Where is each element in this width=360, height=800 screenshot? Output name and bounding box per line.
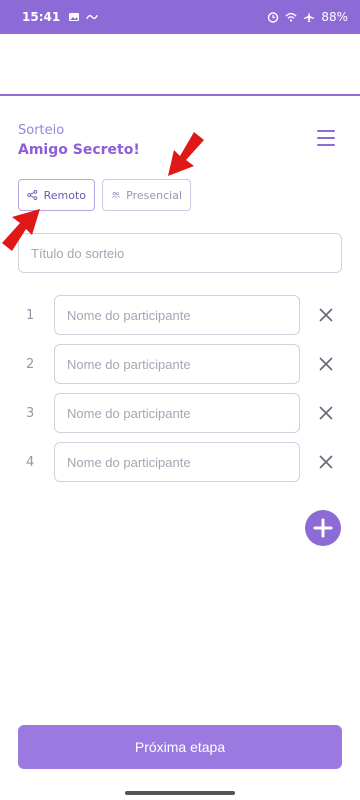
gallery-icon <box>69 13 80 21</box>
close-icon[interactable] <box>316 354 336 374</box>
draw-title-input[interactable] <box>18 233 342 273</box>
annotation-arrow-icon <box>2 209 40 251</box>
close-icon[interactable] <box>316 452 336 472</box>
hamburger-icon[interactable] <box>317 130 335 146</box>
participant-number: 4 <box>26 455 35 470</box>
page-subtitle: Sorteio <box>18 123 65 138</box>
header-divider <box>0 94 360 96</box>
add-participant-button[interactable] <box>305 510 341 546</box>
annotation-arrow-icon <box>168 132 204 176</box>
airplane-icon <box>304 12 315 22</box>
participant-name-input[interactable] <box>54 442 300 482</box>
battery-level: 88% <box>321 10 348 24</box>
close-icon[interactable] <box>316 305 336 325</box>
next-step-button[interactable]: Próxima etapa <box>18 725 342 769</box>
status-bar: 15:41 88% <box>0 0 360 34</box>
home-gesture-handle[interactable] <box>125 791 235 795</box>
status-right-icons: 88% <box>267 10 348 24</box>
participant-number: 1 <box>26 308 35 323</box>
wifi-icon <box>285 12 297 22</box>
participant-name-input[interactable] <box>54 344 300 384</box>
app-header <box>0 34 360 94</box>
page-title: Amigo Secreto! <box>18 142 140 158</box>
close-icon[interactable] <box>316 403 336 423</box>
people-icon <box>111 192 120 199</box>
notification-icon <box>86 14 98 20</box>
presencial-mode-button[interactable]: Presencial <box>102 179 191 211</box>
presencial-mode-label: Presencial <box>126 188 182 202</box>
plus-icon <box>313 518 333 538</box>
share-icon <box>27 190 38 200</box>
participant-name-input[interactable] <box>54 295 300 335</box>
status-time: 15:41 <box>22 10 61 24</box>
alarm-icon <box>268 12 279 23</box>
participant-number: 3 <box>26 406 35 421</box>
participant-number: 2 <box>26 357 35 372</box>
participant-name-input[interactable] <box>54 393 300 433</box>
status-left-icons <box>68 11 98 23</box>
next-step-label: Próxima etapa <box>134 739 226 755</box>
remote-mode-label: Remoto <box>43 188 86 202</box>
